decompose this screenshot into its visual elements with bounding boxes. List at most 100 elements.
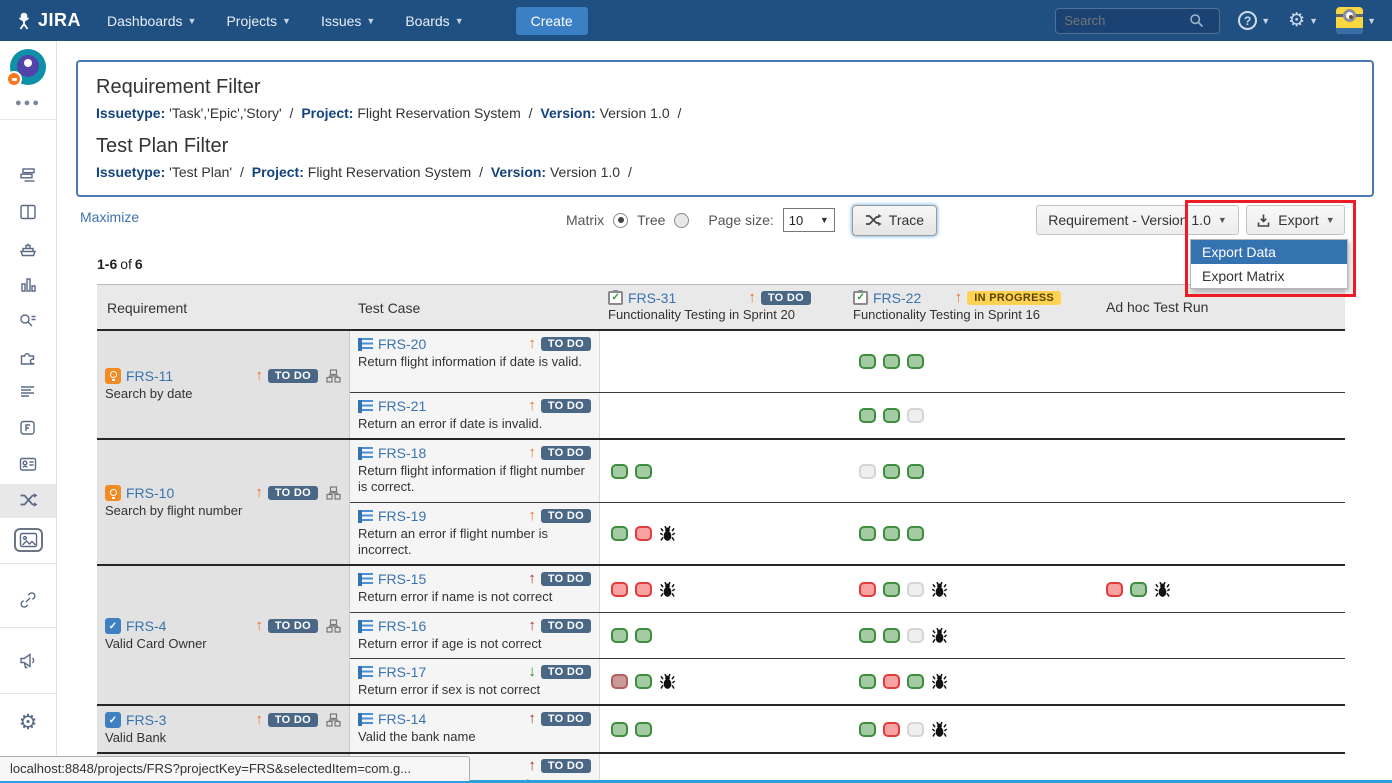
create-button[interactable]: Create <box>516 7 588 35</box>
test-case-key-link[interactable]: FRS-18 <box>378 445 426 461</box>
test-run-status-red[interactable] <box>883 722 900 737</box>
bug-icon[interactable] <box>932 581 947 598</box>
test-run-status-green[interactable] <box>883 526 900 541</box>
test-run-status-green[interactable] <box>883 464 900 479</box>
menu-item-export-matrix[interactable]: Export Matrix <box>1191 264 1347 288</box>
media-icon[interactable] <box>0 528 56 552</box>
bug-icon[interactable] <box>660 525 675 542</box>
test-run-status-green[interactable] <box>859 628 876 643</box>
test-run-status-gray[interactable] <box>907 722 924 737</box>
test-run-status-green[interactable] <box>611 526 628 541</box>
maximize-link[interactable]: Maximize <box>80 209 139 225</box>
tree-radio[interactable] <box>674 213 689 228</box>
user-menu[interactable]: ▼ <box>1336 7 1376 34</box>
jira-logo[interactable]: JIRA <box>14 10 81 31</box>
test-case-key-link[interactable]: FRS-19 <box>378 508 426 524</box>
test-run-status-red[interactable] <box>883 674 900 689</box>
test-run-status-green[interactable] <box>907 674 924 689</box>
test-run-status-gray[interactable] <box>859 464 876 479</box>
bug-icon[interactable] <box>660 581 675 598</box>
bug-icon[interactable] <box>1155 581 1170 598</box>
search-box[interactable] <box>1055 8 1220 34</box>
test-run-status-green[interactable] <box>883 408 900 423</box>
project-avatar[interactable] <box>0 49 56 85</box>
test-run-status-green[interactable] <box>1130 582 1147 597</box>
requirement-key-link[interactable]: FRS-4 <box>126 618 166 634</box>
menu-dashboards[interactable]: Dashboards▼ <box>107 13 196 29</box>
test-case-key-link[interactable]: FRS-20 <box>378 336 426 352</box>
requirement-key-link[interactable]: FRS-3 <box>126 712 166 728</box>
hierarchy-icon[interactable] <box>326 619 341 633</box>
test-case-key-link[interactable]: FRS-21 <box>378 398 426 414</box>
version-dropdown-button[interactable]: Requirement - Version 1.0 ▼ <box>1036 205 1239 235</box>
test-run-status-green[interactable] <box>907 354 924 369</box>
export-dropdown-button[interactable]: Export ▼ <box>1246 205 1345 235</box>
test-case-key-link[interactable]: FRS-16 <box>378 618 426 634</box>
more-icon[interactable]: ●●● <box>0 97 56 109</box>
megaphone-icon[interactable] <box>0 651 56 669</box>
page-size-select[interactable]: 10 ▼ <box>783 208 835 232</box>
test-run-status-gray[interactable] <box>907 582 924 597</box>
test-run-status-green[interactable] <box>859 408 876 423</box>
menu-item-export-data[interactable]: Export Data <box>1191 240 1347 264</box>
test-run-status-green[interactable] <box>883 354 900 369</box>
test-run-status-green[interactable] <box>859 722 876 737</box>
components-icon[interactable] <box>0 419 56 437</box>
profile-card-icon[interactable] <box>0 455 56 473</box>
test-run-status-dullred[interactable] <box>611 674 628 689</box>
test-run-status-green[interactable] <box>611 628 628 643</box>
help-menu[interactable]: ?▼ <box>1238 11 1270 30</box>
matrix-radio[interactable] <box>613 213 628 228</box>
test-run-status-green[interactable] <box>883 582 900 597</box>
releases-icon[interactable] <box>0 240 56 258</box>
requirement-key-link[interactable]: FRS-11 <box>126 368 173 384</box>
test-run-status-green[interactable] <box>635 674 652 689</box>
bug-icon[interactable] <box>932 673 947 690</box>
issues-search-icon[interactable] <box>0 312 56 330</box>
test-run-status-gray[interactable] <box>907 408 924 423</box>
link-icon[interactable] <box>0 591 56 609</box>
menu-projects[interactable]: Projects▼ <box>226 13 291 29</box>
test-run-status-red[interactable] <box>635 582 652 597</box>
board-icon[interactable] <box>0 203 56 221</box>
test-run-status-red[interactable] <box>635 526 652 541</box>
admin-menu[interactable]: ⚙▼ <box>1288 11 1318 30</box>
test-run-status-green[interactable] <box>611 464 628 479</box>
test-run-status-red[interactable] <box>859 582 876 597</box>
test-run-status-green[interactable] <box>635 722 652 737</box>
reports-icon[interactable] <box>0 276 56 294</box>
settings-gear-icon[interactable]: ⚙ <box>0 713 56 733</box>
test-run-status-green[interactable] <box>859 526 876 541</box>
hierarchy-icon[interactable] <box>326 369 341 383</box>
search-input[interactable] <box>1064 13 1189 28</box>
trace-button[interactable]: Trace <box>852 205 937 236</box>
traceability-icon[interactable] <box>0 491 56 509</box>
test-run-status-green[interactable] <box>883 628 900 643</box>
hierarchy-icon[interactable] <box>326 486 341 500</box>
requirement-key-link[interactable]: FRS-10 <box>126 485 174 501</box>
hierarchy-icon[interactable] <box>326 713 341 727</box>
requirements-icon[interactable] <box>0 383 56 401</box>
test-plan-key-link[interactable]: FRS-31 <box>628 290 676 306</box>
addons-icon[interactable] <box>0 348 56 366</box>
menu-issues[interactable]: Issues▼ <box>321 13 375 29</box>
test-case-key-link[interactable]: FRS-15 <box>378 571 426 587</box>
test-run-status-green[interactable] <box>859 674 876 689</box>
test-run-status-red[interactable] <box>611 582 628 597</box>
test-plan-key-link[interactable]: FRS-22 <box>873 290 921 306</box>
test-run-status-gray[interactable] <box>907 628 924 643</box>
test-run-status-green[interactable] <box>907 526 924 541</box>
menu-boards[interactable]: Boards▼ <box>405 13 463 29</box>
bug-icon[interactable] <box>932 721 947 738</box>
test-run-status-red[interactable] <box>1106 582 1123 597</box>
test-run-status-green[interactable] <box>611 722 628 737</box>
test-case-key-link[interactable]: FRS-17 <box>378 664 426 680</box>
test-run-status-green[interactable] <box>859 354 876 369</box>
queue-icon[interactable] <box>0 167 56 185</box>
test-case-key-link[interactable]: FRS-14 <box>378 711 426 727</box>
test-run-status-green[interactable] <box>635 464 652 479</box>
bug-icon[interactable] <box>660 673 675 690</box>
test-run-status-green[interactable] <box>907 464 924 479</box>
test-run-status-green[interactable] <box>635 628 652 643</box>
bug-icon[interactable] <box>932 627 947 644</box>
